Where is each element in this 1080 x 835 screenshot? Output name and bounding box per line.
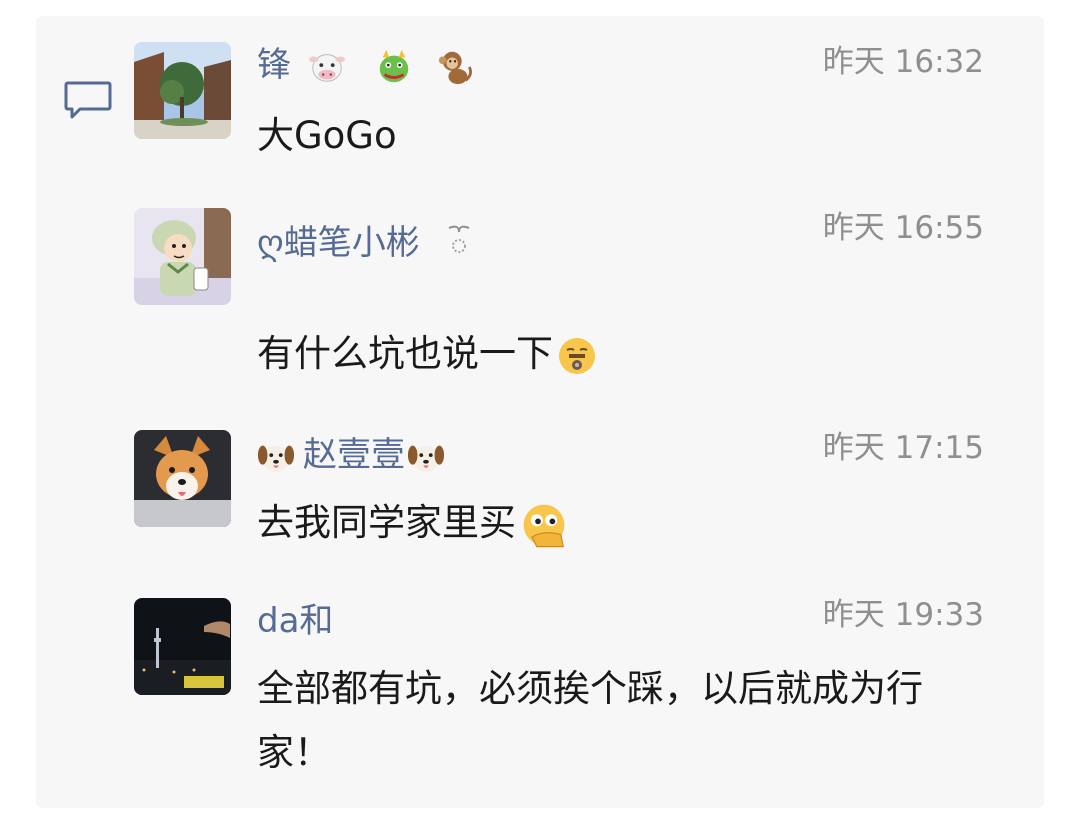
author-name-text: 锋 <box>257 45 291 85</box>
avatar[interactable] <box>134 598 231 695</box>
author-name-text: 赵壹壹 <box>303 435 405 475</box>
comment-text: 去我同学家里买 <box>257 491 997 555</box>
dragon-face-icon <box>375 48 413 86</box>
comment-time: 昨天 17:15 <box>822 430 984 466</box>
comment-time: 昨天 19:33 <box>822 597 984 633</box>
author-name[interactable]: ღ蜡笔小彬 <box>257 222 473 264</box>
cow-face-icon <box>308 48 346 86</box>
author-name-text: ღ蜡笔小彬 <box>257 223 420 263</box>
zipper-mouth-face-icon <box>557 336 597 376</box>
peeking-hand-face-icon <box>520 501 568 549</box>
comment-time: 昨天 16:55 <box>822 210 984 246</box>
avatar[interactable] <box>134 42 231 139</box>
author-name[interactable]: 赵壹壹 <box>257 434 445 476</box>
comment-icon[interactable] <box>64 80 112 120</box>
avatar[interactable] <box>134 208 231 305</box>
author-name[interactable]: da和 <box>257 600 333 642</box>
monkey-icon <box>437 48 475 86</box>
comment-text-body: 去我同学家里买 <box>257 501 516 544</box>
dog-face-icon <box>257 438 295 476</box>
comment-text-body: 有什么坑也说一下 <box>257 332 553 375</box>
dog-face-icon <box>407 438 445 476</box>
comment-text: 大GoGo <box>257 114 397 157</box>
avatar[interactable] <box>134 430 231 527</box>
comment-text: 全部都有坑，必须挨个踩，以后就成为行家！ <box>257 667 923 774</box>
hook-icon <box>448 225 469 253</box>
comment-time: 昨天 16:32 <box>822 44 984 80</box>
comment-text: 有什么坑也说一下 <box>257 322 997 386</box>
author-name[interactable]: 锋 <box>257 44 475 86</box>
